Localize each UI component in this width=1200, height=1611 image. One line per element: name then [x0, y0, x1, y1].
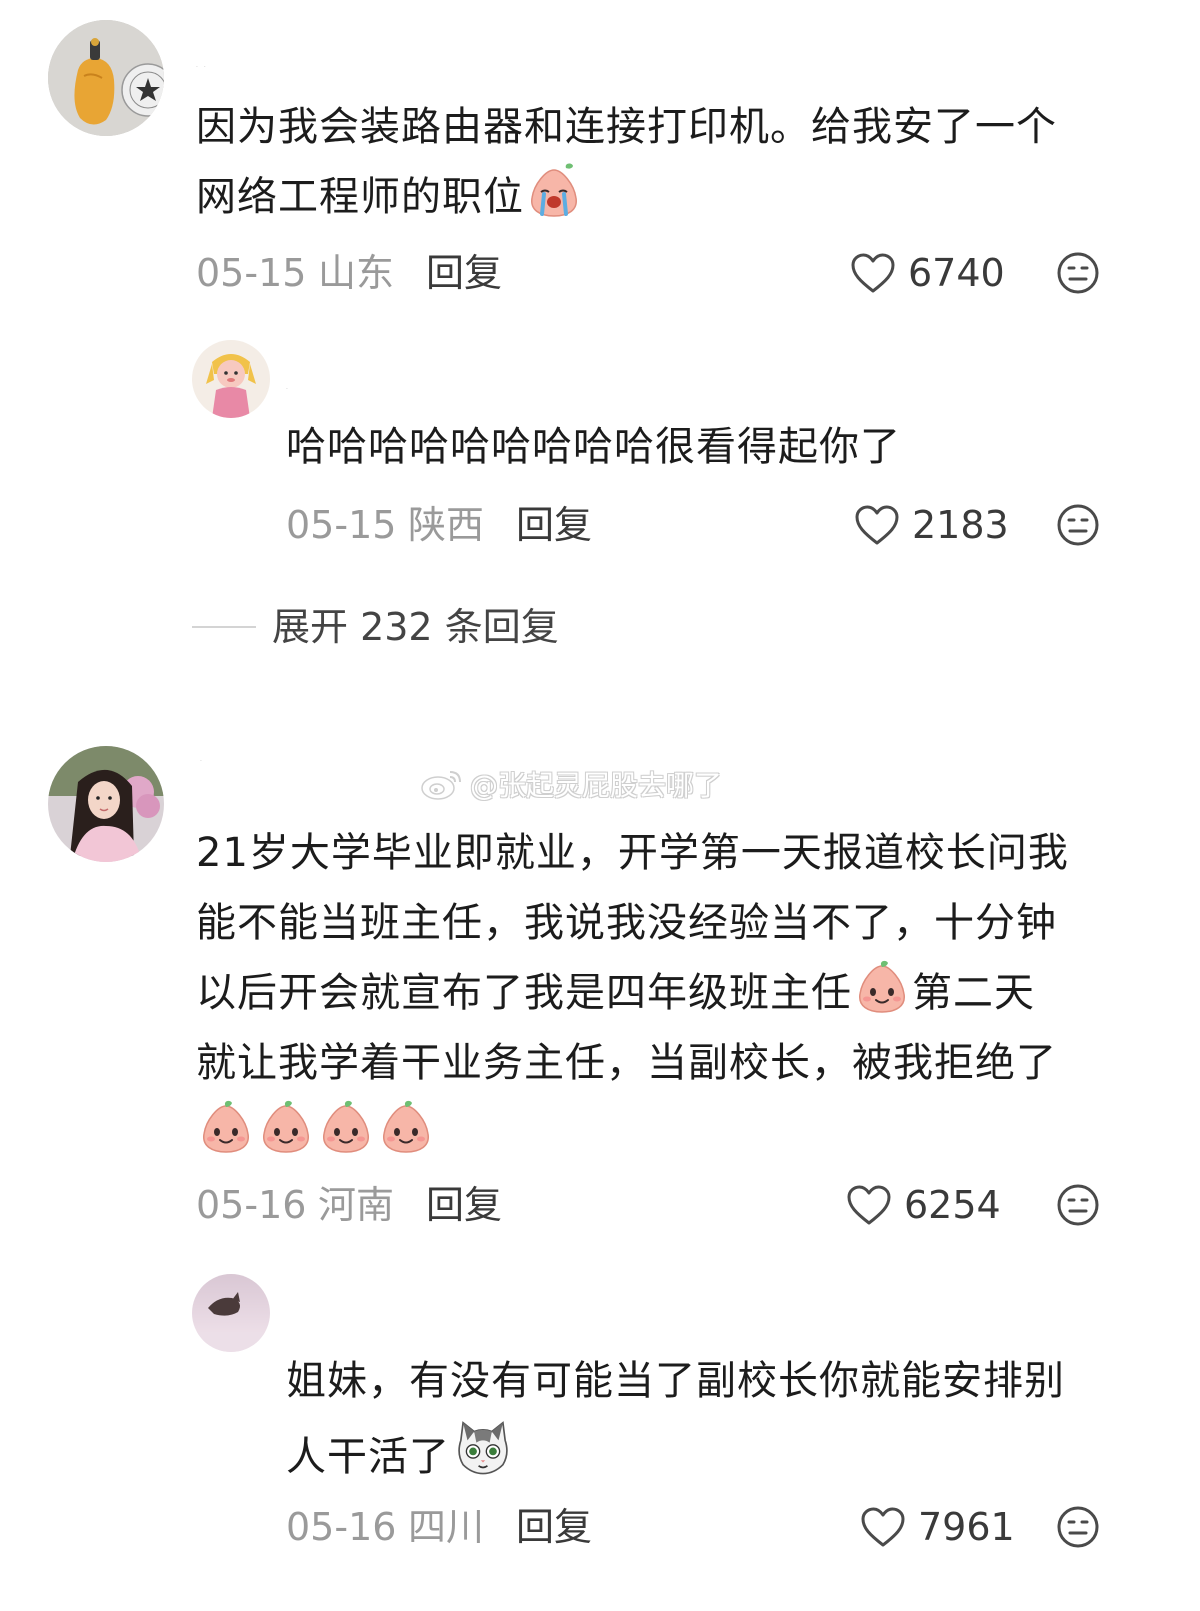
- smiling-peach-icon: [258, 1098, 314, 1154]
- reply-item: · 哈哈哈哈哈哈哈哈哈很看得起你了 05-15 陕西 回复 2183: [0, 330, 1200, 570]
- comment-line-with-emoji: 人干活了: [286, 1416, 1176, 1492]
- smiling-peach-icon: [198, 1098, 254, 1154]
- comment-location: 河南: [318, 1183, 395, 1227]
- heart-icon[interactable]: [854, 504, 900, 546]
- comment-location: 四川: [408, 1505, 485, 1549]
- like-count: 7961: [918, 1505, 1015, 1549]
- comment-line: 就让我学着干业务主任，当副校长，被我拒绝了: [196, 1040, 1057, 1086]
- like-count: 6254: [904, 1183, 1001, 1227]
- comment-location: 山东: [318, 251, 395, 295]
- comment-line: 因为我会装路由器和连接打印机。给我安了一个: [196, 104, 1057, 150]
- watermark-text: @张起灵屁股去哪了: [470, 769, 723, 802]
- like-count: 6740: [908, 251, 1005, 295]
- smiling-peach-icon: [854, 958, 910, 1014]
- comment-date: 05-15: [286, 503, 397, 547]
- comment-line: 姐妹，有没有可能当了副校长你就能安排别: [286, 1358, 1065, 1404]
- smiling-peach-icon: [378, 1098, 434, 1154]
- reply-item: 姐妹，有没有可能当了副校长你就能安排别 人干活了 05-16 四川 回复 796…: [0, 1270, 1200, 1610]
- neutral-face-icon[interactable]: [1056, 503, 1100, 547]
- like-count: 2183: [912, 503, 1009, 547]
- cat-icon: [452, 1416, 514, 1478]
- weibo-icon: [421, 771, 461, 800]
- reply-button[interactable]: 回复: [516, 500, 592, 550]
- comment-date: 05-16: [286, 1505, 397, 1549]
- expand-replies-label: 展开 232 条回复: [272, 605, 559, 649]
- comment-text: 因为我会装路由器和连接打印机。给我安了一个 网络工程师的职位: [196, 92, 1156, 232]
- divider-line: [192, 626, 256, 628]
- comment-text: 姐妹，有没有可能当了副校长你就能安排别 人干活了: [286, 1346, 1176, 1492]
- comment-line: 网络工程师的职位: [196, 174, 524, 220]
- comment-line: 以后开会就宣布了我是四年级班主任: [196, 970, 852, 1016]
- comment-line-with-emoji: 以后开会就宣布了我是四年级班主任 第二天: [196, 958, 1156, 1028]
- avatar[interactable]: [192, 1274, 270, 1352]
- avatar[interactable]: [192, 340, 270, 418]
- reply-button[interactable]: 回复: [516, 1502, 592, 1552]
- comment-text: 21岁大学毕业即就业，开学第一天报道校长问我 能不能当班主任，我说我没经验当不了…: [196, 818, 1156, 1168]
- heart-icon[interactable]: [846, 1184, 892, 1226]
- username[interactable]: · ·: [196, 64, 208, 71]
- reply-button[interactable]: 回复: [426, 248, 502, 298]
- avatar[interactable]: [48, 746, 164, 862]
- comment-text: 哈哈哈哈哈哈哈哈哈很看得起你了: [286, 412, 1166, 482]
- comment-date: 05-15: [196, 251, 307, 295]
- emoji-row: [196, 1098, 1156, 1168]
- heart-icon[interactable]: [850, 252, 896, 294]
- comment-line: 人干活了: [286, 1434, 450, 1480]
- avatar[interactable]: [48, 20, 164, 136]
- neutral-face-icon[interactable]: [1056, 1183, 1100, 1227]
- reply-button[interactable]: 回复: [426, 1180, 502, 1230]
- comment-line: 21岁大学毕业即就业，开学第一天报道校长问我: [196, 830, 1069, 876]
- comment-meta: 05-16 河南 回复 6254: [0, 1180, 1200, 1230]
- comment-date: 05-16: [196, 1183, 307, 1227]
- smiling-peach-icon: [318, 1098, 374, 1154]
- neutral-face-icon[interactable]: [1056, 1505, 1100, 1549]
- heart-icon[interactable]: [860, 1506, 906, 1548]
- username[interactable]: ·: [200, 758, 204, 765]
- comment-line-tail: 第二天: [912, 970, 1035, 1016]
- comment-meta: 05-15 陕西 回复 2183: [0, 500, 1200, 550]
- comment-meta: 05-15 山东 回复 6740: [0, 248, 1200, 298]
- username[interactable]: ·: [286, 386, 290, 393]
- comment-location: 陕西: [408, 503, 485, 547]
- comment-line: 哈哈哈哈哈哈哈哈哈很看得起你了: [286, 424, 901, 470]
- comment-item: · · 因为我会装路由器和连接打印机。给我安了一个 网络工程师的职位 05-15…: [0, 0, 1200, 300]
- comment-line: 能不能当班主任，我说我没经验当不了，十分钟: [196, 900, 1057, 946]
- comment-item: · 21岁大学毕业即就业，开学第一天报道校长问我 能不能当班主任，我说我没经验当…: [0, 740, 1200, 1240]
- crying-peach-icon: [526, 162, 582, 218]
- neutral-face-icon[interactable]: [1056, 251, 1100, 295]
- comment-meta: 05-16 四川 回复 7961: [0, 1502, 1200, 1552]
- comment-line-with-emoji: 网络工程师的职位: [196, 162, 1156, 232]
